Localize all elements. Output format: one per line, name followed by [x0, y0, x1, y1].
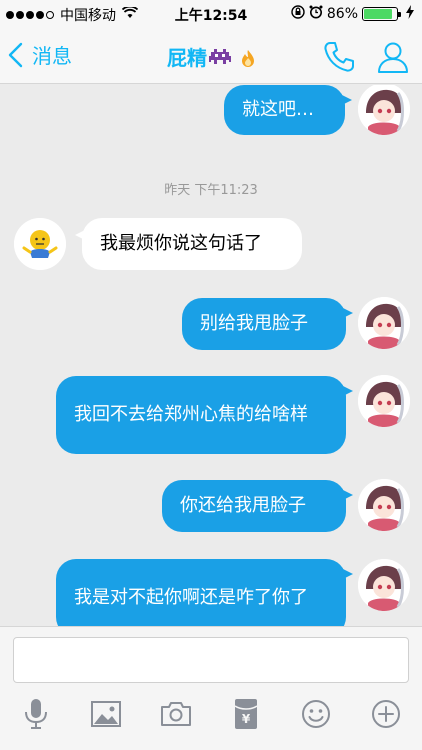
plus-icon	[372, 700, 400, 728]
message-bubble[interactable]: 我是对不起你啊还是咋了你了	[56, 559, 353, 626]
more-button[interactable]	[369, 697, 403, 731]
battery-icon	[362, 7, 401, 21]
chat-area[interactable]: 就这吧… 昨天 下午11:23 我最烦你说这句话了 别给我甩脸子 我回不去给郑州…	[0, 85, 422, 626]
flame-icon	[242, 50, 254, 67]
my-avatar[interactable]	[358, 85, 410, 135]
contact-avatar[interactable]	[14, 218, 66, 270]
message-text: 我最烦你说这句话了	[100, 233, 262, 254]
my-avatar[interactable]	[358, 375, 410, 427]
message-timestamp: 昨天 下午11:23	[164, 183, 258, 198]
input-toolbar: ¥	[0, 697, 422, 737]
anime-avatar-icon	[358, 559, 410, 611]
message-text: 别给我甩脸子	[200, 313, 308, 334]
anime-avatar-icon	[358, 297, 410, 349]
space-invader-icon	[209, 49, 231, 64]
contact-name: 屁精	[167, 46, 207, 70]
message-bubble[interactable]: 我回不去给郑州心焦的给啥样	[56, 376, 353, 454]
anime-avatar-icon	[358, 375, 410, 427]
message-text: 我回不去给郑州心焦的给啥样	[74, 404, 308, 425]
anime-avatar-icon	[358, 85, 410, 135]
alarm-icon	[309, 5, 323, 23]
status-right: 86%	[291, 5, 414, 23]
red-packet-button[interactable]: ¥	[229, 697, 263, 731]
input-bar: ¥	[0, 626, 422, 750]
rotation-lock-icon	[291, 5, 305, 23]
my-avatar[interactable]	[358, 297, 410, 349]
message-bubble[interactable]: 就这吧…	[224, 85, 352, 135]
voice-button[interactable]	[19, 697, 53, 731]
red-packet-icon: ¥	[234, 699, 258, 729]
image-icon	[91, 701, 121, 727]
charging-icon	[406, 5, 414, 23]
call-button[interactable]	[322, 40, 356, 74]
my-avatar[interactable]	[358, 559, 410, 611]
my-avatar[interactable]	[358, 479, 410, 531]
message-text: 就这吧…	[242, 99, 314, 120]
message-input[interactable]	[13, 637, 409, 683]
phone-icon	[324, 42, 354, 72]
battery-percent: 86%	[326, 6, 358, 22]
message-text: 你还给我甩脸子	[180, 495, 306, 516]
shrug-emoji-icon	[14, 218, 66, 270]
status-bar: 中国移动 上午12:54 86%	[0, 0, 422, 28]
svg-text:¥: ¥	[242, 712, 251, 726]
person-icon	[378, 42, 408, 73]
contact-profile-button[interactable]	[376, 40, 410, 74]
emoji-button[interactable]	[299, 697, 333, 731]
emoji-icon	[302, 700, 330, 728]
chat-title[interactable]: 屁精	[0, 42, 422, 71]
message-bubble[interactable]: 我最烦你说这句话了	[75, 218, 302, 270]
nav-bar: 消息 屁精	[0, 28, 422, 84]
message-bubble[interactable]: 别给我甩脸子	[182, 298, 353, 350]
message-bubble[interactable]: 你还给我甩脸子	[162, 480, 353, 532]
anime-avatar-icon	[358, 479, 410, 531]
photo-album-button[interactable]	[89, 697, 123, 731]
message-text: 我是对不起你啊还是咋了你了	[74, 587, 308, 608]
camera-icon	[161, 702, 191, 726]
microphone-icon	[25, 699, 47, 729]
camera-button[interactable]	[159, 697, 193, 731]
